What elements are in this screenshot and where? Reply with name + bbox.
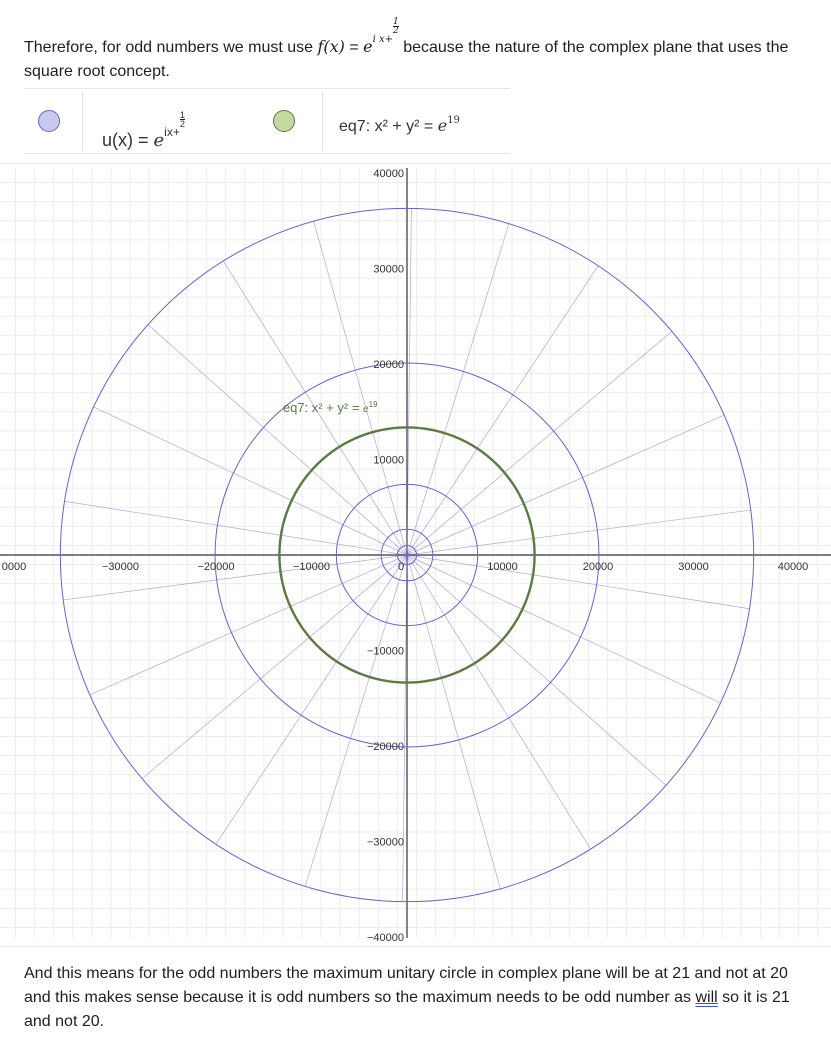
- eq7-label-text: eq7: x² + y² =: [283, 400, 363, 415]
- eq7-curve-label: eq7: x² + y² = e19: [283, 400, 378, 415]
- u-exponent: ix+: [164, 125, 180, 139]
- y-tick-label: −10000: [367, 646, 404, 658]
- exponent-x: x+: [379, 34, 394, 45]
- y-tick-label: 40000: [373, 168, 404, 180]
- spiral-spoke: [406, 208, 412, 556]
- row-divider: [322, 91, 323, 151]
- function-arg: (x): [323, 37, 345, 56]
- outro-paragraph: And this means for the odd numbers the m…: [24, 962, 814, 1034]
- y-tick-label: −30000: [367, 837, 404, 849]
- u-label: u(x): [102, 130, 133, 150]
- graphics-view[interactable]: 0000 −30000 −20000 −10000 0 10000 20000 30000 40…: [0, 158, 831, 948]
- underlined-word: will: [695, 989, 718, 1006]
- x-tick-label: 10000: [487, 561, 518, 573]
- fraction-denominator: 2: [393, 26, 399, 36]
- eq7-label-exp: 19: [369, 400, 378, 409]
- y-tick-label: 30000: [373, 264, 404, 276]
- spiral-spoke: [406, 223, 510, 556]
- spiral-spoke: [406, 554, 721, 704]
- y-tick-label: −20000: [367, 741, 404, 753]
- equals-sign: =: [344, 39, 364, 56]
- u-equals: =: [133, 130, 154, 150]
- exp-base: e: [363, 37, 373, 56]
- x-tick-label: −20000: [197, 561, 234, 573]
- u-frac-den: 2: [179, 119, 185, 129]
- y-tick-label: 10000: [373, 455, 404, 467]
- exponent: i x+ 1 2: [372, 18, 399, 45]
- exponent-fraction: 12: [393, 18, 399, 36]
- x-tick-label: 0: [398, 561, 404, 573]
- algebra-row-eq7[interactable]: eq7: x² + y² = e19: [256, 88, 510, 154]
- algebra-expression-u[interactable]: u(x) = eix+ 1 2: [102, 111, 185, 151]
- eq7-label: eq7: x² + y² =: [339, 118, 438, 135]
- grid: [0, 162, 831, 948]
- eq7-base: e: [437, 116, 448, 135]
- visibility-toggle-u[interactable]: [38, 110, 60, 132]
- spiral-spoke: [402, 554, 408, 902]
- exponent-i: i: [372, 34, 376, 45]
- intro-text: Therefore, for odd numbers we must use: [24, 39, 318, 56]
- u-fraction: 12: [179, 111, 185, 129]
- u-base: e: [153, 130, 165, 151]
- intro-paragraph: Therefore, for odd numbers we must use f…: [24, 18, 814, 84]
- spiral-spoke: [406, 554, 501, 889]
- outro-text: And this means for the odd numbers the m…: [24, 965, 788, 1006]
- y-tick-label: 20000: [373, 359, 404, 371]
- eq7-exponent: 19: [447, 115, 460, 126]
- x-tick-label: 20000: [583, 561, 614, 573]
- spiral-spoke: [406, 331, 673, 556]
- x-tick-label: 0000: [2, 561, 26, 573]
- x-tick-label: −10000: [293, 561, 330, 573]
- row-divider: [82, 91, 83, 151]
- spiral-spoke: [406, 554, 591, 850]
- x-tick-label: 30000: [678, 561, 709, 573]
- x-tick-label: −30000: [102, 561, 139, 573]
- algebra-row-u[interactable]: u(x) = eix+ 1 2: [24, 88, 256, 154]
- y-tick-label: −40000: [367, 932, 404, 944]
- x-tick-label: 40000: [778, 561, 809, 573]
- algebra-expression-eq7[interactable]: eq7: x² + y² = e19: [339, 115, 460, 136]
- visibility-toggle-eq7[interactable]: [273, 110, 295, 132]
- spiral-spoke: [93, 406, 408, 556]
